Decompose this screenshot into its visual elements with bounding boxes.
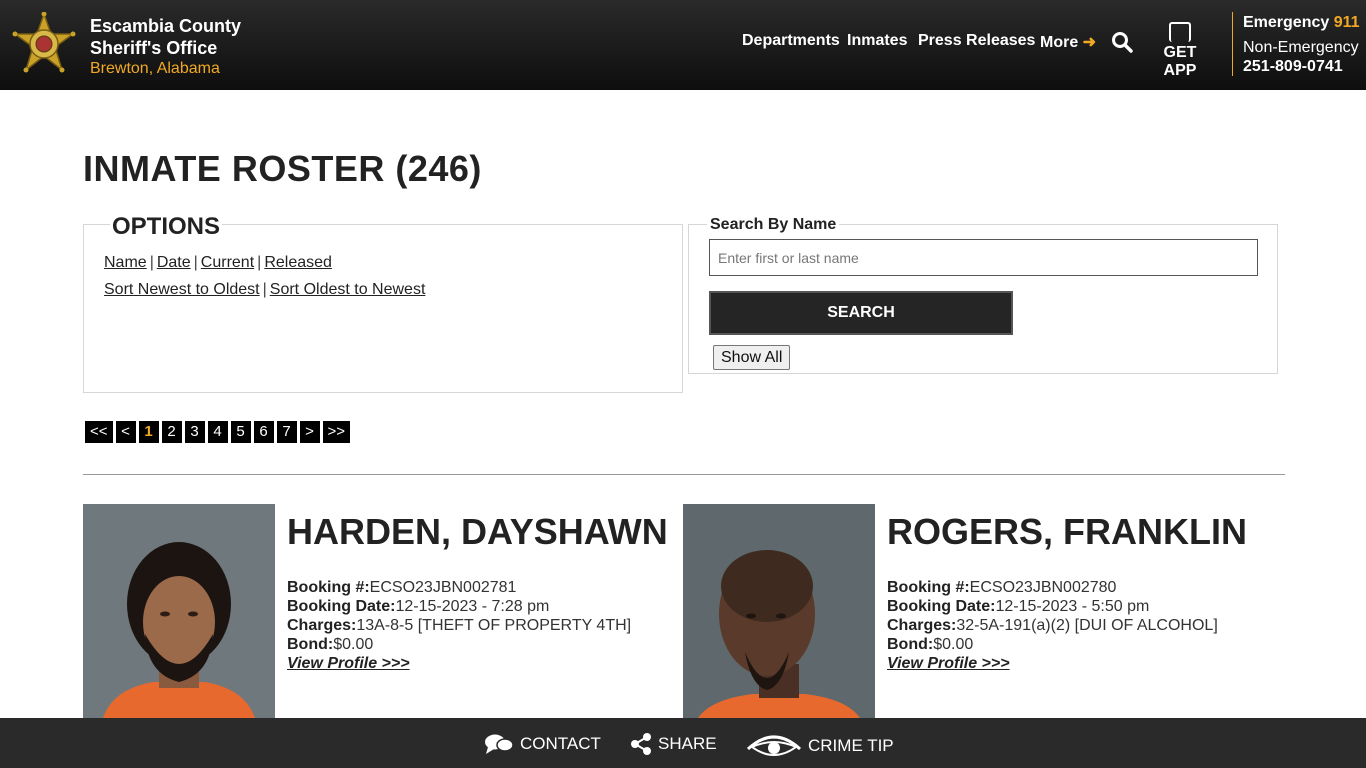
page-first[interactable]: <<	[85, 421, 113, 443]
org-name-line1: Escambia County	[90, 16, 242, 36]
page-3[interactable]: 3	[184, 421, 205, 443]
search-icon[interactable]	[1111, 31, 1133, 53]
crime-tip-button[interactable]: CRIME TIP	[746, 733, 894, 759]
booking-number: Booking #:ECSO23JBN002780	[887, 579, 1117, 596]
emergency-number[interactable]: 911	[1334, 14, 1360, 31]
inmate-info: HARDEN, DAYSHAWN Booking #:ECSO23JBN0027…	[287, 512, 677, 673]
site-header: Escambia County Sheriff's Office Brewton…	[0, 0, 1366, 90]
contact-label: CONTACT	[520, 734, 601, 753]
nav-more-label: More	[1040, 34, 1079, 51]
bond: Bond:$0.00	[887, 636, 974, 653]
brand-block[interactable]: Escambia County Sheriff's Office Brewton…	[90, 15, 241, 80]
share-button[interactable]: SHARE	[630, 733, 717, 755]
inmate-info: ROGERS, FRANKLIN Booking #:ECSO23JBN0027…	[887, 512, 1277, 673]
bond: Bond:$0.00	[287, 636, 374, 653]
share-icon	[631, 733, 651, 755]
divider	[83, 474, 1285, 475]
show-all-button[interactable]: Show All	[713, 345, 791, 370]
footer-bar: CONTACT SHARE CRIME TIP	[0, 718, 1366, 768]
options-panel: OPTIONS Name | Date | Current | Released Sort …	[83, 213, 683, 393]
inmate-photo[interactable]	[683, 504, 875, 718]
separator: |	[262, 281, 267, 298]
header-divider	[1232, 12, 1233, 76]
charges: Charges:32-5A-191(a)(2) [DUI OF ALCOHOL]	[887, 617, 1218, 634]
page-title: INMATE ROSTER (246)	[83, 148, 482, 189]
search-panel: Search By Name SEARCH Show All	[688, 216, 1278, 374]
search-legend: Search By Name	[707, 216, 840, 234]
contact-numbers: Emergency 911 Non-Emergency 251-809-0741	[1243, 12, 1360, 78]
filter-released-link[interactable]: Released	[264, 254, 332, 271]
org-name-line2: Sheriff's Office	[90, 38, 218, 58]
separator: |	[257, 254, 262, 271]
arrow-right-icon: ➜	[1078, 34, 1097, 51]
sort-field-links: Name | Date | Current | Released	[104, 254, 332, 272]
inmate-photo[interactable]	[83, 504, 275, 718]
chat-icon	[485, 734, 514, 754]
inmate-name: ROGERS, FRANKLIN	[887, 511, 1247, 552]
get-app-label: GET APP	[1163, 44, 1197, 79]
page-1[interactable]: 1	[138, 421, 159, 443]
page-5[interactable]: 5	[230, 421, 251, 443]
booking-date: Booking Date:12-15-2023 - 7:28 pm	[287, 598, 550, 615]
phone-icon	[1169, 22, 1191, 42]
page-7[interactable]: 7	[276, 421, 297, 443]
org-location: Brewton, Alabama	[90, 60, 220, 77]
sort-oldest-link[interactable]: Sort Oldest to Newest	[270, 281, 426, 298]
page-6[interactable]: 6	[253, 421, 274, 443]
nav-more[interactable]: More ➜	[1040, 32, 1096, 52]
page-next[interactable]: >	[299, 421, 320, 443]
page-4[interactable]: 4	[207, 421, 228, 443]
crime-tip-label: CRIME TIP	[808, 736, 894, 755]
sort-name-link[interactable]: Name	[104, 254, 147, 271]
get-app-button[interactable]: GET APP	[1147, 22, 1213, 80]
nav-departments[interactable]: Departments	[742, 32, 840, 50]
contact-button[interactable]: CONTACT	[484, 733, 601, 755]
booking-date: Booking Date:12-15-2023 - 5:50 pm	[887, 598, 1150, 615]
nav-inmates[interactable]: Inmates	[847, 32, 907, 50]
separator: |	[193, 254, 198, 271]
search-button[interactable]: SEARCH	[709, 291, 1013, 335]
separator: |	[149, 254, 154, 271]
inmate-name: HARDEN, DAYSHAWN	[287, 511, 668, 552]
view-profile-link[interactable]: View Profile >>>	[287, 654, 677, 673]
options-legend: OPTIONS	[110, 213, 223, 241]
view-profile-link[interactable]: View Profile >>>	[887, 654, 1277, 673]
emergency-label: Emergency	[1243, 14, 1330, 31]
eye-icon	[746, 735, 802, 756]
page-prev[interactable]: <	[115, 421, 136, 443]
sheriff-badge-icon[interactable]	[10, 12, 78, 80]
sort-date-link[interactable]: Date	[157, 254, 191, 271]
share-label: SHARE	[658, 734, 717, 753]
page-2[interactable]: 2	[161, 421, 182, 443]
nav-press-releases[interactable]: Press Releases	[918, 32, 1035, 50]
sort-newest-link[interactable]: Sort Newest to Oldest	[104, 281, 260, 298]
filter-current-link[interactable]: Current	[201, 254, 254, 271]
sort-order-links: Sort Newest to Oldest | Sort Oldest to New…	[104, 281, 425, 299]
emergency-line: Emergency 911	[1243, 12, 1360, 34]
non-emergency-number[interactable]: 251-809-0741	[1243, 56, 1360, 78]
charges: Charges:13A-8-5 [THEFT OF PROPERTY 4TH]	[287, 617, 632, 634]
pagination: << < 1 2 3 4 5 6 7 > >>	[85, 421, 351, 443]
name-search-input[interactable]	[709, 239, 1258, 276]
booking-number: Booking #:ECSO23JBN002781	[287, 579, 517, 596]
page-last[interactable]: >>	[322, 421, 351, 443]
